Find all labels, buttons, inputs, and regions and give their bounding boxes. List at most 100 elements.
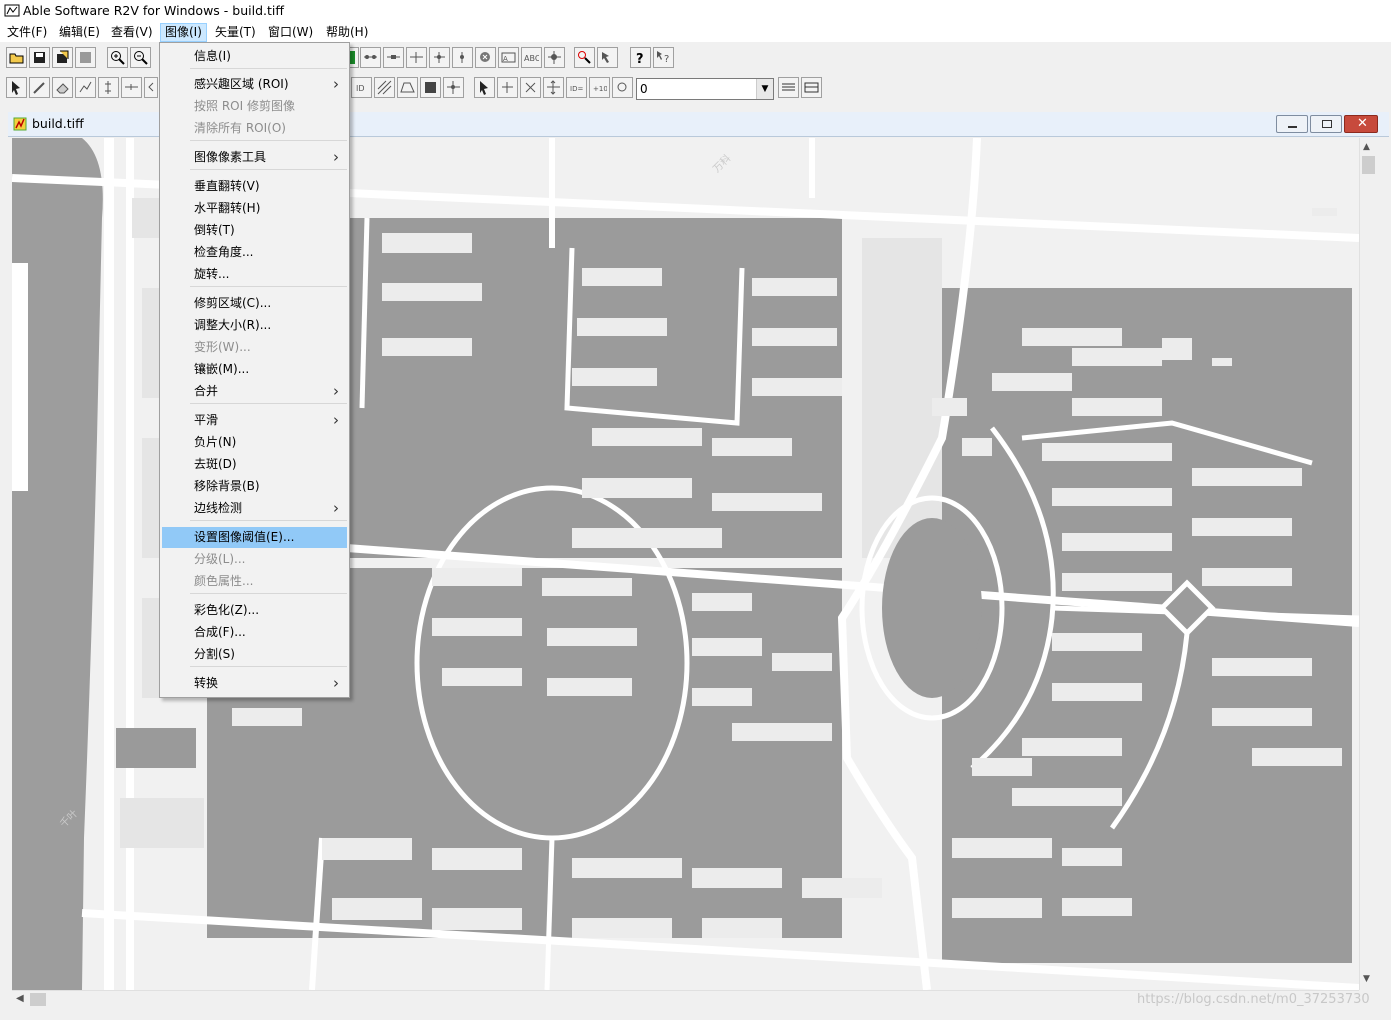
- chevron-right-icon: ›: [333, 499, 339, 517]
- menu-item-info[interactable]: 信息(I): [162, 46, 347, 67]
- menu-view[interactable]: 查看(V): [107, 24, 157, 41]
- menu-item-roi[interactable]: 感兴趣区域 (ROI) ›: [162, 74, 347, 95]
- app-icon: [4, 4, 20, 17]
- delete-line-icon[interactable]: [475, 47, 496, 68]
- node-connect-icon[interactable]: [360, 47, 381, 68]
- pointer-tool-icon[interactable]: [6, 77, 27, 98]
- eraser-icon[interactable]: [52, 77, 73, 98]
- node-delete-icon[interactable]: [452, 47, 473, 68]
- vertical-scrollbar[interactable]: ▲ ▼: [1359, 138, 1378, 990]
- horizontal-scroll-thumb[interactable]: [30, 993, 46, 1006]
- node-break-icon[interactable]: [383, 47, 404, 68]
- menu-item-negative[interactable]: 负片(N): [162, 432, 347, 453]
- menu-item-mosaic[interactable]: 镶嵌(M)...: [162, 359, 347, 380]
- layer-down-icon[interactable]: [801, 77, 822, 98]
- menu-item-label: 转换: [194, 676, 219, 690]
- menu-item-invert[interactable]: 倒转(T): [162, 220, 347, 241]
- menu-item-crop-area[interactable]: 修剪区域(C)...: [162, 293, 347, 314]
- chevron-right-icon: ›: [333, 382, 339, 400]
- grid-point-icon[interactable]: [443, 77, 464, 98]
- save-all-icon[interactable]: [75, 47, 96, 68]
- trace-icon[interactable]: [75, 77, 96, 98]
- scroll-up-icon[interactable]: ▲: [1363, 142, 1370, 152]
- menu-item-colorize[interactable]: 彩色化(Z)...: [162, 600, 347, 621]
- zoom-in-icon[interactable]: [107, 47, 128, 68]
- chevron-down-icon[interactable]: ▼: [756, 79, 773, 99]
- menu-item-smooth[interactable]: 平滑 ›: [162, 410, 347, 431]
- scroll-left-icon[interactable]: ◀: [16, 993, 24, 1004]
- menu-item-flip-vertical[interactable]: 垂直翻转(V): [162, 176, 347, 197]
- save-icon[interactable]: [29, 47, 50, 68]
- menu-item-edge-detect[interactable]: 边线检测 ›: [162, 498, 347, 519]
- move-node-icon[interactable]: [543, 77, 564, 98]
- menu-edit[interactable]: 编辑(E): [55, 24, 104, 41]
- select-tool-icon[interactable]: [474, 77, 495, 98]
- menu-separator: [190, 666, 347, 667]
- remove-node-icon[interactable]: [520, 77, 541, 98]
- menu-item-crop-by-roi[interactable]: 按照 ROI 修剪图像: [162, 96, 347, 117]
- set-id-icon[interactable]: ID=: [566, 77, 587, 98]
- fill-area-icon[interactable]: [420, 77, 441, 98]
- layer-up-icon[interactable]: [778, 77, 799, 98]
- menu-item-check-angle[interactable]: 检查角度...: [162, 242, 347, 263]
- menu-window[interactable]: 窗口(W): [264, 24, 317, 41]
- menu-item-split[interactable]: 分割(S): [162, 644, 347, 665]
- menu-item-pixel-tools[interactable]: 图像像素工具 ›: [162, 147, 347, 168]
- value-combo[interactable]: 0 ▼: [636, 78, 774, 100]
- menu-item-label: 平滑: [194, 413, 219, 427]
- menu-item-remove-background[interactable]: 移除背景(B): [162, 476, 347, 497]
- increment-id-icon[interactable]: +10: [589, 77, 610, 98]
- horizontal-split-icon[interactable]: [121, 77, 142, 98]
- hatch-icon[interactable]: [374, 77, 395, 98]
- menu-item-label: 垂直翻转(V): [194, 179, 260, 193]
- menu-item-label: 镶嵌(M)...: [194, 362, 250, 376]
- menu-file[interactable]: 文件(F): [3, 24, 51, 41]
- vertical-split-icon[interactable]: [98, 77, 119, 98]
- zoom-out-icon[interactable]: [130, 47, 151, 68]
- menu-item-flip-horizontal[interactable]: 水平翻转(H): [162, 198, 347, 219]
- svg-text:?: ?: [636, 52, 644, 65]
- text-tool-icon[interactable]: A: [498, 47, 519, 68]
- menu-item-despeckle[interactable]: 去斑(D): [162, 454, 347, 475]
- menu-item-compose[interactable]: 合成(F)...: [162, 622, 347, 643]
- window-title: Able Software R2V for Windows - build.ti…: [23, 3, 284, 18]
- menu-item-threshold[interactable]: 设置图像阈值(E)...: [162, 527, 347, 548]
- close-button[interactable]: ✕: [1344, 115, 1378, 133]
- minimize-button[interactable]: [1276, 115, 1308, 133]
- svg-text:A: A: [503, 55, 508, 63]
- menu-item-resize[interactable]: 调整大小(R)...: [162, 315, 347, 336]
- menu-item-convert[interactable]: 转换 ›: [162, 673, 347, 694]
- menu-item-warp[interactable]: 变形(W)...: [162, 337, 347, 358]
- polygon-label-icon[interactable]: [397, 77, 418, 98]
- node-add-icon[interactable]: [429, 47, 450, 68]
- save-as-icon[interactable]: [52, 47, 73, 68]
- menu-item-levels[interactable]: 分级(L)...: [162, 549, 347, 570]
- menu-vector[interactable]: 矢量(T): [211, 24, 260, 41]
- menu-item-merge[interactable]: 合并 ›: [162, 381, 347, 402]
- menu-image[interactable]: 图像(I): [160, 23, 207, 42]
- menu-help[interactable]: 帮助(H): [322, 24, 372, 41]
- menu-item-color-properties[interactable]: 颜色属性...: [162, 571, 347, 592]
- help-icon[interactable]: ?: [630, 47, 651, 68]
- control-point-icon[interactable]: [544, 47, 565, 68]
- open-icon[interactable]: [6, 47, 27, 68]
- context-help-icon[interactable]: ?: [653, 47, 674, 68]
- menu-bar: 文件(F) 编辑(E) 查看(V) 图像(I) 矢量(T) 窗口(W) 帮助(H…: [0, 22, 1391, 42]
- add-node-icon[interactable]: [497, 77, 518, 98]
- arrow-tool-icon[interactable]: [144, 77, 158, 98]
- menu-item-clear-roi[interactable]: 清除所有 ROI(O): [162, 118, 347, 139]
- vertical-scroll-thumb[interactable]: [1362, 156, 1375, 174]
- auto-id-icon[interactable]: [612, 77, 633, 98]
- node-move-icon[interactable]: [406, 47, 427, 68]
- image-doc-icon: [13, 117, 27, 131]
- pencil-icon[interactable]: [29, 77, 50, 98]
- menu-item-rotate[interactable]: 旋转...: [162, 264, 347, 285]
- restore-button[interactable]: [1310, 115, 1342, 133]
- chevron-right-icon: ›: [333, 674, 339, 692]
- scroll-down-icon[interactable]: ▼: [1363, 974, 1370, 984]
- menu-item-label: 水平翻转(H): [194, 201, 261, 215]
- select-all-icon[interactable]: [597, 47, 618, 68]
- ocr-tool-icon[interactable]: ABC: [521, 47, 542, 68]
- delete-point-icon[interactable]: [574, 47, 595, 68]
- label-icon[interactable]: ID: [351, 77, 372, 98]
